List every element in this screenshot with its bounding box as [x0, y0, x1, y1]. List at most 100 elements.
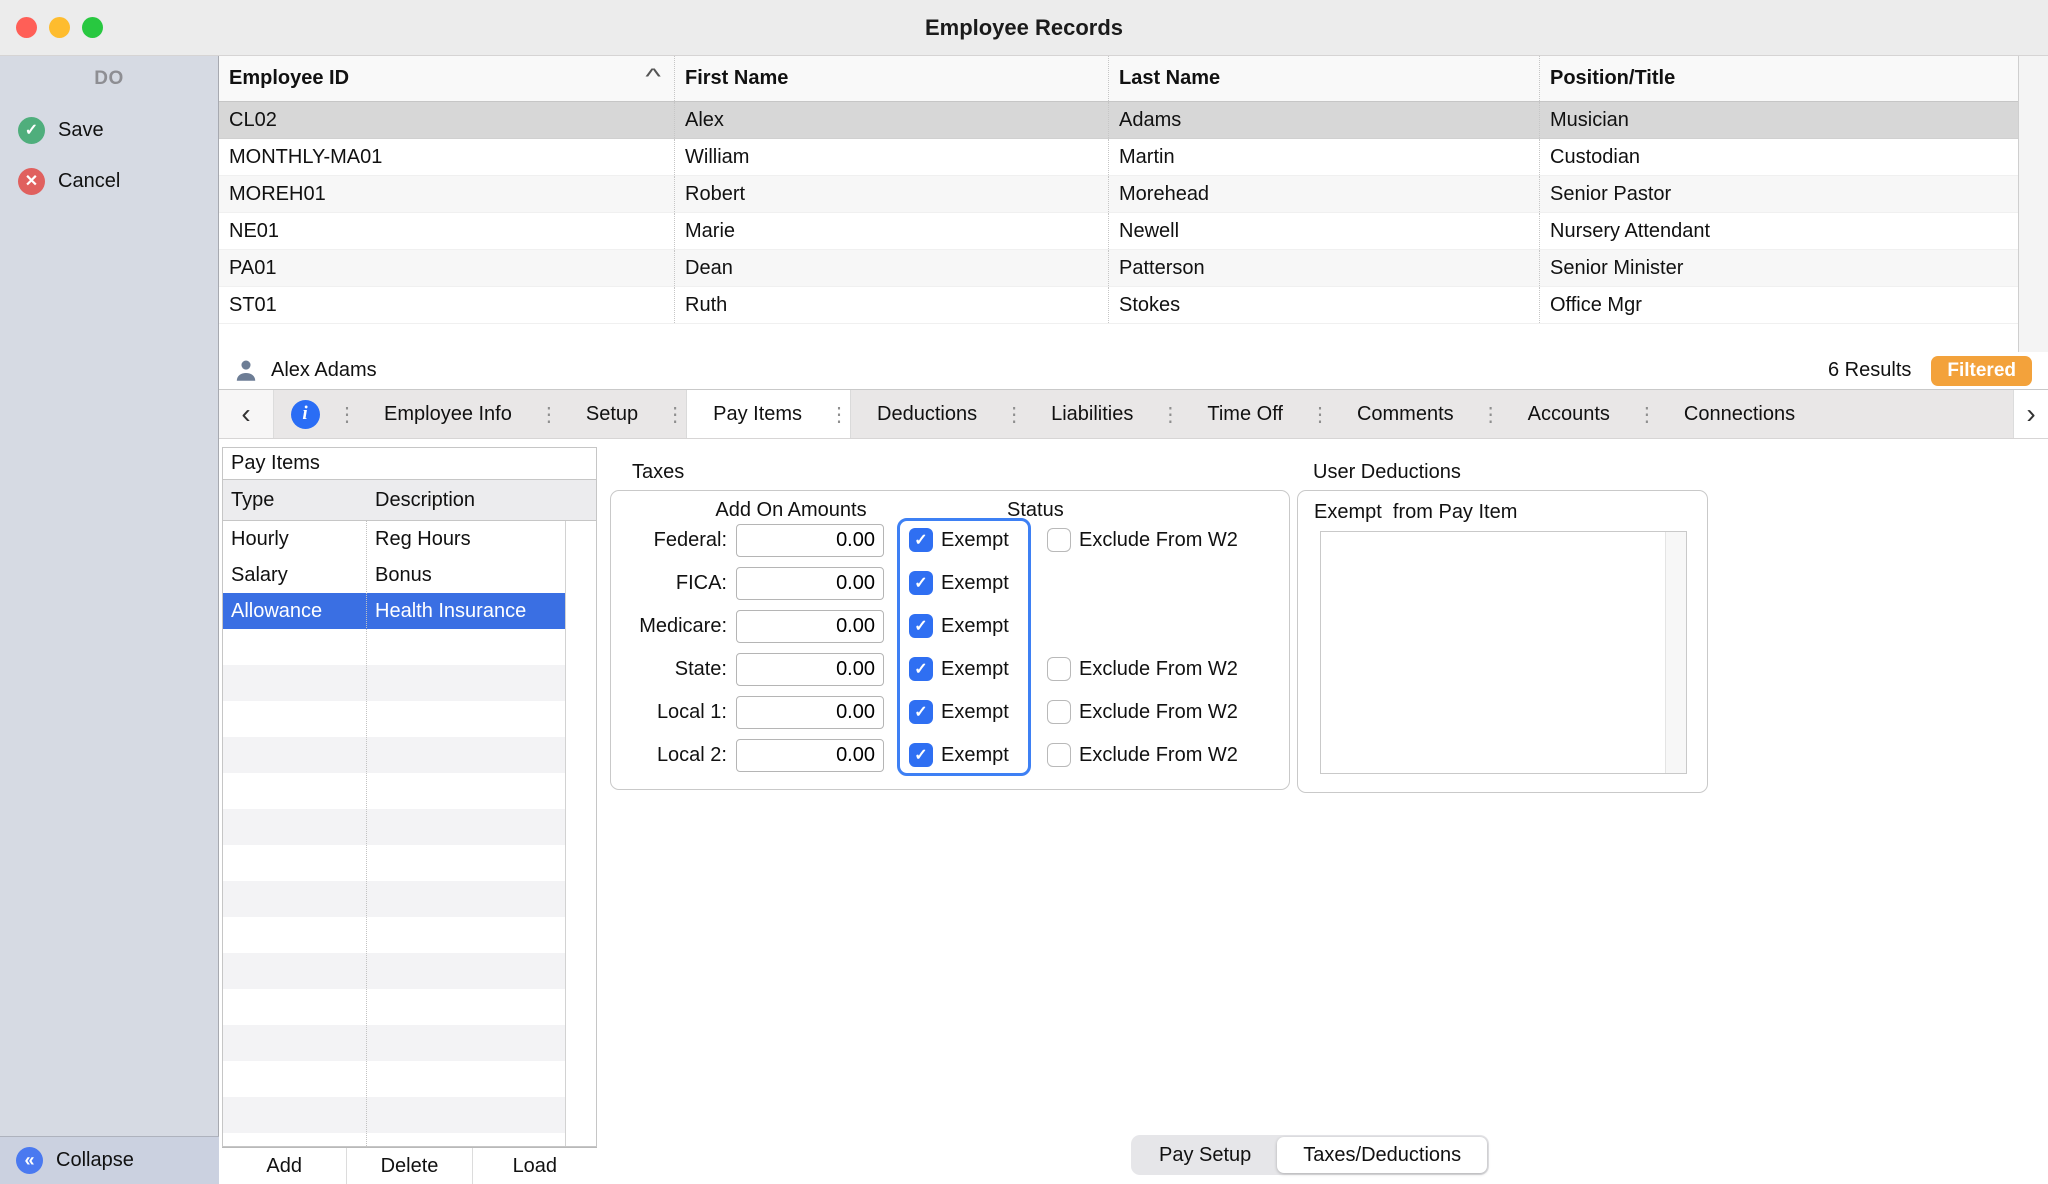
state-exempt-checkbox[interactable]: ✓: [909, 657, 933, 681]
tax-row-state: State: ✓ Exempt Exclude From W2: [611, 651, 1289, 687]
tab-drag-handle-icon[interactable]: ⋮: [1480, 402, 1502, 427]
tabs-scroll-left-button[interactable]: ‹: [219, 390, 274, 438]
collapse-chevrons-icon: «: [16, 1147, 43, 1174]
record-tabbar: ‹ i ⋮ Employee Info ⋮ Setup ⋮ Pay Items …: [219, 390, 2048, 439]
table-row[interactable]: MONTHLY-MA01 William Martin Custodian: [219, 139, 2018, 176]
pay-items-panel: Pay Items Type Description Hourly Reg Ho…: [222, 447, 597, 1147]
tab-drag-handle-icon[interactable]: ⋮: [538, 402, 560, 427]
fica-exempt-checkbox[interactable]: ✓: [909, 571, 933, 595]
table-row[interactable]: ST01 Ruth Stokes Office Mgr: [219, 287, 2018, 324]
tax-row-federal: Federal: ✓ Exempt Exclude From W2: [611, 522, 1289, 558]
list-item[interactable]: Hourly Reg Hours: [223, 521, 565, 557]
close-window-button[interactable]: [16, 17, 37, 38]
user-deductions-group-label: User Deductions: [1313, 461, 1461, 483]
tab-drag-handle-icon[interactable]: ⋮: [336, 390, 358, 438]
table-row[interactable]: PA01 Dean Patterson Senior Minister: [219, 250, 2018, 287]
tab-time-off[interactable]: Time Off ⋮: [1181, 390, 1331, 438]
chevron-right-icon: ›: [2026, 398, 2036, 429]
check-circle-icon: ✓: [18, 116, 45, 144]
tax-row-fica: FICA: ✓ Exempt: [611, 565, 1289, 601]
federal-amount-input[interactable]: [736, 524, 884, 557]
tab-deductions[interactable]: Deductions ⋮: [851, 390, 1025, 438]
check-icon: ✓: [914, 532, 928, 549]
status-header: Status: [1007, 499, 1064, 521]
zoom-window-button[interactable]: [82, 17, 103, 38]
info-tab-button[interactable]: i: [274, 390, 336, 438]
medicare-exempt-checkbox[interactable]: ✓: [909, 614, 933, 638]
cancel-button[interactable]: ✕ Cancel: [18, 163, 120, 199]
tab-drag-handle-icon[interactable]: ⋮: [1159, 402, 1181, 427]
tab-employee-info[interactable]: Employee Info ⋮: [358, 390, 560, 438]
cancel-label: Cancel: [58, 169, 121, 192]
pay-items-panel-title: Pay Items: [223, 448, 596, 480]
tab-drag-handle-icon[interactable]: ⋮: [828, 402, 850, 427]
tab-liabilities[interactable]: Liabilities ⋮: [1025, 390, 1181, 438]
local2-amount-input[interactable]: [736, 739, 884, 772]
tab-comments[interactable]: Comments ⋮: [1331, 390, 1502, 438]
check-icon: ✓: [914, 704, 928, 721]
medicare-amount-input[interactable]: [736, 610, 884, 643]
minimize-window-button[interactable]: [49, 17, 70, 38]
add-on-amounts-header: Add On Amounts: [715, 499, 867, 521]
list-item[interactable]: Salary Bonus: [223, 557, 565, 593]
local2-exempt-checkbox[interactable]: ✓: [909, 743, 933, 767]
taxes-deductions-segment[interactable]: Taxes/Deductions: [1277, 1137, 1488, 1173]
check-icon: ✓: [914, 575, 928, 592]
tax-row-local-2: Local 2: ✓ Exempt Exclude From W2: [611, 737, 1289, 773]
table-row[interactable]: CL02 Alex Adams Musician: [219, 102, 2018, 139]
list-item-selected[interactable]: Allowance Health Insurance: [223, 593, 566, 629]
column-header-description: Description: [375, 488, 476, 511]
local1-exclude-w2-checkbox[interactable]: [1047, 700, 1071, 724]
table-row[interactable]: NE01 Marie Newell Nursery Attendant: [219, 213, 2018, 250]
add-button[interactable]: Add: [222, 1148, 348, 1184]
tab-drag-handle-icon[interactable]: ⋮: [664, 402, 686, 427]
state-exclude-w2-checkbox[interactable]: [1047, 657, 1071, 681]
tab-pay-items[interactable]: Pay Items ⋮: [686, 390, 852, 438]
pay-section-switcher: Pay Setup Taxes/Deductions: [1131, 1135, 1490, 1175]
column-header-employee-id[interactable]: Employee ID ^: [219, 56, 675, 101]
tab-drag-handle-icon[interactable]: ⋮: [1003, 402, 1025, 427]
pay-items-scrollbar[interactable]: [566, 521, 596, 1146]
tab-accounts[interactable]: Accounts ⋮: [1502, 390, 1658, 438]
taxes-group-box: Add On Amounts Status Federal: ✓ Exempt …: [610, 490, 1290, 790]
pay-items-list: Hourly Reg Hours Salary Bonus Allowance …: [223, 521, 596, 1146]
state-amount-input[interactable]: [736, 653, 884, 686]
collapse-button[interactable]: « Collapse: [0, 1136, 219, 1184]
tab-connections[interactable]: Connections: [1658, 390, 1821, 438]
load-button[interactable]: Load: [473, 1148, 597, 1184]
tax-row-local-1: Local 1: ✓ Exempt Exclude From W2: [611, 694, 1289, 730]
federal-exclude-w2-checkbox[interactable]: [1047, 528, 1071, 552]
tabs-scroll-right-button[interactable]: ›: [2013, 390, 2048, 438]
save-button[interactable]: ✓ Save: [18, 112, 104, 148]
local1-amount-input[interactable]: [736, 696, 884, 729]
employee-table-header: Employee ID ^ First Name Last Name Posit…: [219, 56, 2018, 102]
selected-employee-name: Alex Adams: [271, 359, 377, 381]
titlebar: Employee Records: [0, 0, 2048, 56]
tab-drag-handle-icon[interactable]: ⋮: [1636, 402, 1658, 427]
federal-exempt-checkbox[interactable]: ✓: [909, 528, 933, 552]
listbox-scrollbar[interactable]: [1665, 532, 1686, 773]
local1-exempt-checkbox[interactable]: ✓: [909, 700, 933, 724]
person-icon: [236, 359, 256, 381]
table-scrollbar[interactable]: [2018, 56, 2048, 352]
column-header-last-name[interactable]: Last Name: [1109, 56, 1540, 101]
exempt-from-pay-item-listbox[interactable]: [1320, 531, 1687, 774]
check-icon: ✓: [914, 747, 928, 764]
sidebar: DO ✓ Save ✕ Cancel « Collapse: [0, 56, 219, 1184]
tab-drag-handle-icon[interactable]: ⋮: [1309, 402, 1331, 427]
check-icon: ✓: [914, 618, 928, 635]
delete-button[interactable]: Delete: [347, 1148, 473, 1184]
column-header-first-name[interactable]: First Name: [675, 56, 1109, 101]
window-controls: [16, 17, 103, 38]
local2-exclude-w2-checkbox[interactable]: [1047, 743, 1071, 767]
table-row[interactable]: MOREH01 Robert Morehead Senior Pastor: [219, 176, 2018, 213]
column-header-position[interactable]: Position/Title: [1540, 56, 2018, 101]
column-header-type: Type: [231, 488, 275, 511]
filtered-badge[interactable]: Filtered: [1931, 355, 2032, 386]
pay-items-actions: Add Delete Load: [222, 1147, 597, 1184]
pay-setup-segment[interactable]: Pay Setup: [1133, 1137, 1277, 1173]
save-label: Save: [58, 118, 104, 141]
fica-amount-input[interactable]: [736, 567, 884, 600]
tab-setup[interactable]: Setup ⋮: [560, 390, 686, 438]
record-summary-bar: Alex Adams 6 Results Filtered: [219, 352, 2048, 390]
